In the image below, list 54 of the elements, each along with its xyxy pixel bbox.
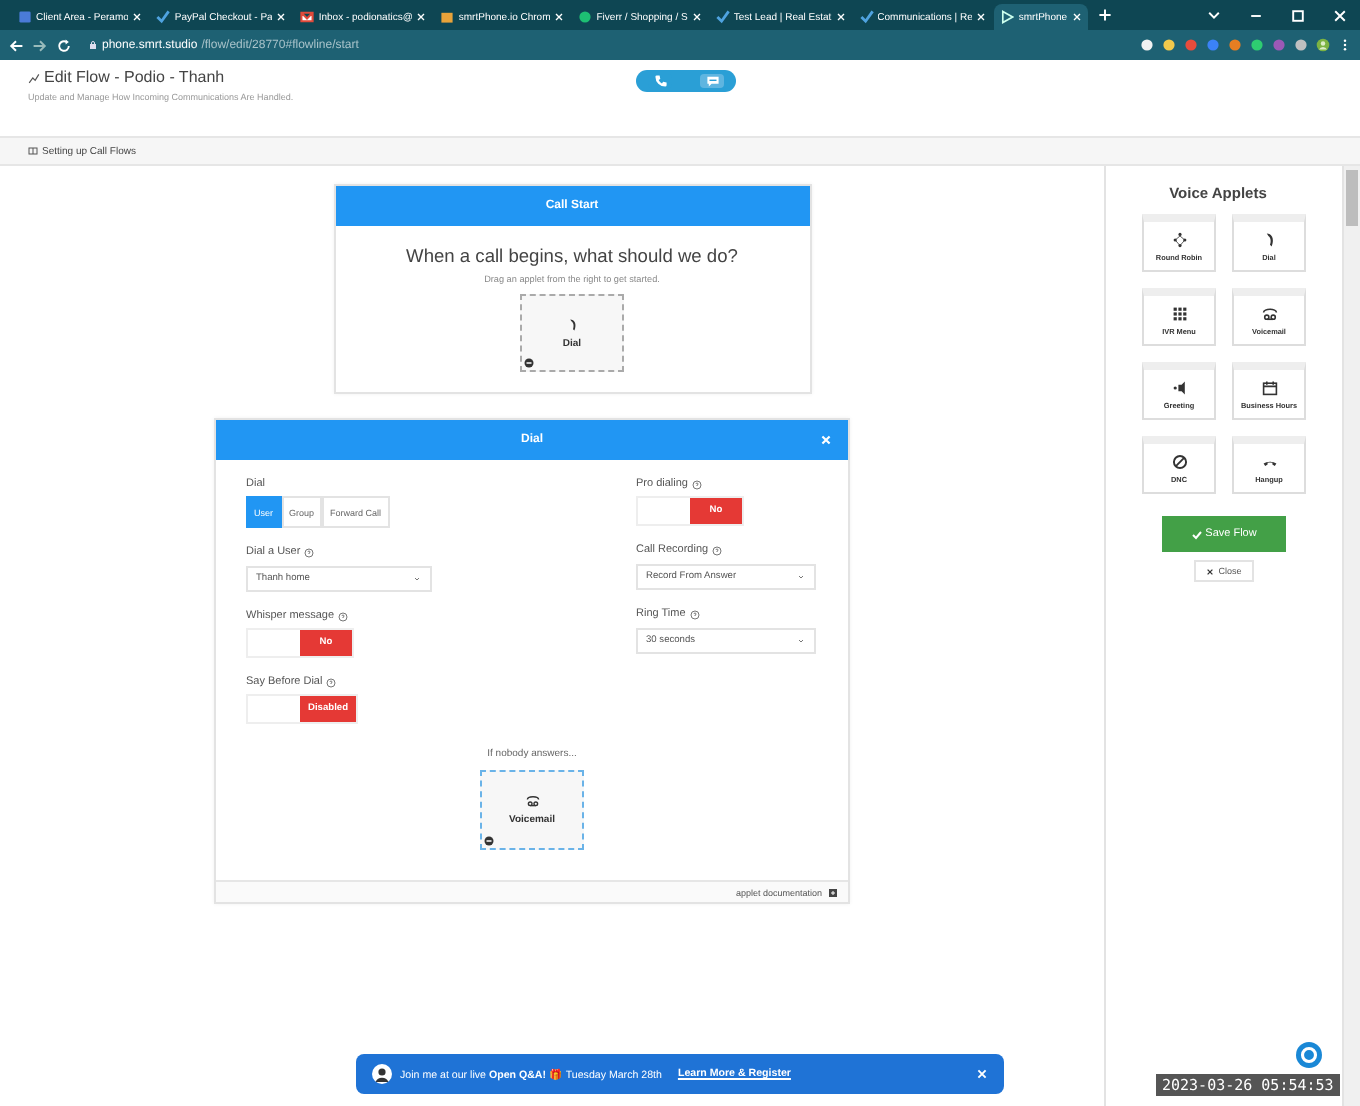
help-icon <box>304 547 315 557</box>
favicon-icon <box>156 10 171 24</box>
lock-icon <box>88 40 98 50</box>
reload-icon[interactable] <box>56 37 72 53</box>
voicemail-icon <box>1261 305 1277 321</box>
phone-icon <box>1261 231 1277 247</box>
close-icon[interactable] <box>976 1068 988 1080</box>
help-icon <box>712 545 723 555</box>
scrollbar[interactable] <box>1342 166 1360 1106</box>
back-icon[interactable] <box>8 37 24 53</box>
close-icon[interactable] <box>691 12 702 22</box>
favicon-icon <box>1000 10 1015 24</box>
keypad-icon <box>1171 305 1187 321</box>
close-icon[interactable] <box>416 12 427 22</box>
favicon-icon <box>300 10 315 24</box>
prohibited-icon <box>1171 453 1187 469</box>
calendar-icon <box>1261 379 1277 395</box>
close-icon[interactable] <box>835 12 846 22</box>
check-icon <box>1191 529 1202 539</box>
menu-icon[interactable] <box>1338 38 1352 52</box>
close-icon[interactable] <box>1332 7 1348 23</box>
avatar-icon <box>372 1064 392 1084</box>
favicon-icon <box>578 10 593 24</box>
close-icon <box>1206 567 1215 575</box>
people-network-icon <box>1171 231 1187 247</box>
favicon-icon <box>859 10 874 24</box>
profile-avatar-icon[interactable] <box>1316 38 1330 52</box>
close-icon[interactable] <box>132 12 143 22</box>
sms-mode-button[interactable] <box>700 74 724 88</box>
forward-icon[interactable] <box>32 37 48 53</box>
tab-search-icon[interactable] <box>1206 7 1222 23</box>
help-icon <box>689 609 700 619</box>
favicon-icon <box>715 10 730 24</box>
close-icon[interactable] <box>276 12 287 22</box>
new-tab-icon[interactable] <box>1097 8 1112 22</box>
favicon-icon <box>18 10 32 24</box>
help-icon <box>326 677 337 687</box>
help-icon <box>338 611 349 621</box>
plus-box-icon[interactable] <box>828 887 838 897</box>
help-icon <box>692 479 702 489</box>
speaker-icon <box>1171 379 1187 395</box>
phone-icon <box>565 317 579 331</box>
maximize-icon[interactable] <box>1290 7 1306 23</box>
chart-line-icon <box>28 71 40 83</box>
close-icon[interactable] <box>554 12 565 22</box>
favicon-icon <box>440 10 455 24</box>
remove-icon[interactable] <box>484 836 494 846</box>
book-icon <box>28 146 38 156</box>
question-text: When a call begins, what should we do? <box>406 246 738 266</box>
close-icon[interactable] <box>1071 12 1082 22</box>
page-title: Edit Flow - Podio - Thanh <box>44 68 225 86</box>
remove-icon[interactable] <box>524 358 534 368</box>
close-icon[interactable] <box>976 12 987 22</box>
voicemail-icon <box>525 794 539 808</box>
